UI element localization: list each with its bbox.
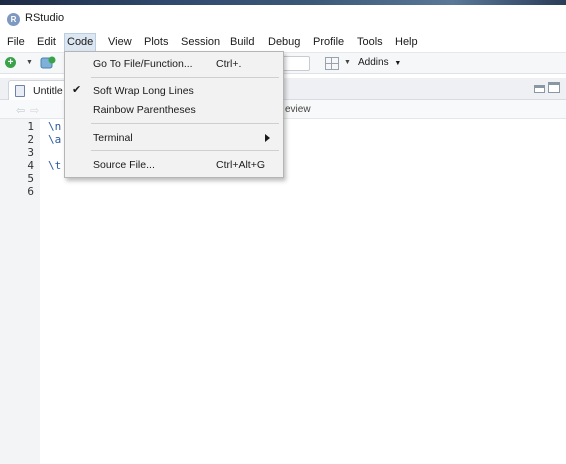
line-number: 5 — [27, 172, 34, 185]
menu-item-shortcut: Ctrl+. — [216, 58, 242, 70]
menu-item-terminal[interactable]: Terminal — [66, 128, 282, 148]
new-file-icon[interactable]: + — [5, 57, 16, 68]
line-number: 6 — [27, 185, 34, 198]
window-title: RStudio — [25, 12, 65, 24]
forward-arrow-icon[interactable]: ⇨ — [30, 104, 39, 117]
menu-item-shortcut: Ctrl+Alt+G — [216, 159, 266, 171]
minimize-pane-icon[interactable] — [534, 85, 545, 93]
code-line: \t — [48, 159, 62, 172]
menu-separator — [91, 150, 279, 151]
menu-item-soft-wrap-long-lines[interactable]: ✔ Soft Wrap Long Lines — [66, 81, 282, 101]
menu-build[interactable]: Build — [230, 36, 254, 48]
workspace-panes-dropdown-icon[interactable]: ▼ — [344, 59, 351, 66]
line-number: 2 — [27, 133, 34, 146]
menu-separator — [91, 77, 279, 78]
menu-debug[interactable]: Debug — [268, 36, 300, 48]
menu-session[interactable]: Session — [181, 36, 220, 48]
line-number: 1 — [27, 120, 34, 133]
line-number-gutter: 1 2 3 4 5 6 — [0, 119, 40, 464]
code-line: \a — [48, 133, 62, 146]
rstudio-logo-icon: R — [7, 13, 20, 26]
checkmark-icon: ✔ — [72, 84, 82, 96]
menu-plots[interactable]: Plots — [144, 36, 168, 48]
menu-code[interactable]: Code — [64, 33, 97, 52]
addins-label: Addins — [358, 57, 389, 68]
maximize-pane-icon[interactable] — [548, 82, 560, 93]
preview-button-label[interactable]: eview — [285, 104, 311, 115]
addins-dropdown-icon: ▼ — [394, 60, 402, 67]
menu-item-go-to-file-function[interactable]: Go To File/Function... Ctrl+. — [66, 54, 282, 74]
menu-edit[interactable]: Edit — [37, 36, 56, 48]
document-tab-label: Untitle — [33, 85, 63, 97]
menu-item-label: Go To File/Function... — [93, 58, 193, 70]
menu-item-label: Source File... — [93, 159, 155, 171]
menu-help[interactable]: Help — [395, 36, 418, 48]
submenu-arrow-icon — [265, 134, 270, 142]
code-line: \n — [48, 120, 62, 133]
menu-separator — [91, 123, 279, 124]
line-number: 4 — [27, 159, 34, 172]
line-number: 3 — [27, 146, 34, 159]
menu-view[interactable]: View — [108, 36, 132, 48]
menu-item-source-file[interactable]: Source File... Ctrl+Alt+G — [66, 155, 282, 175]
menubar: File Edit Code View Plots Session Build … — [0, 33, 566, 52]
menu-tools[interactable]: Tools — [357, 36, 383, 48]
menu-profile[interactable]: Profile — [313, 36, 344, 48]
menu-item-label: Soft Wrap Long Lines — [93, 85, 194, 97]
menu-file[interactable]: File — [7, 36, 25, 48]
code-menu-dropdown: Go To File/Function... Ctrl+. ✔ Soft Wra… — [64, 51, 284, 178]
addins-button[interactable]: Addins ▼ — [358, 57, 401, 68]
back-arrow-icon[interactable]: ⇦ — [16, 104, 25, 117]
new-file-dropdown-icon[interactable]: ▼ — [26, 59, 33, 66]
window-titlebar: R RStudio — [0, 5, 566, 33]
document-icon — [15, 85, 25, 97]
workspace-panes-icon[interactable] — [325, 57, 339, 70]
menu-item-label: Terminal — [93, 132, 133, 144]
menu-item-label: Rainbow Parentheses — [93, 104, 196, 116]
menu-item-rainbow-parentheses[interactable]: Rainbow Parentheses — [66, 100, 282, 120]
open-project-icon[interactable] — [40, 56, 56, 70]
